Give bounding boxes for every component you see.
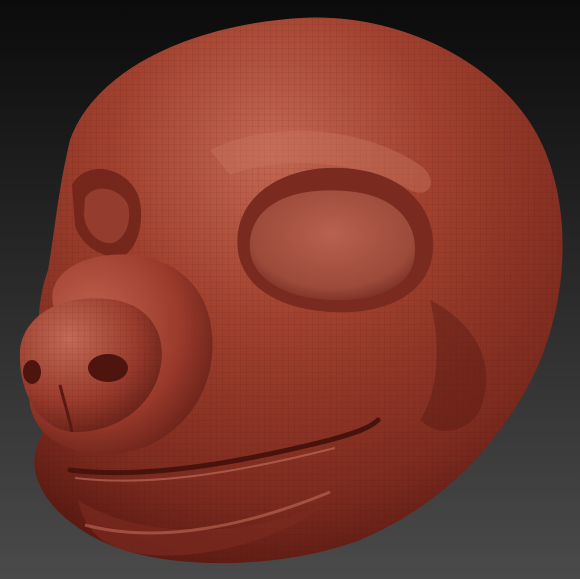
sculpt-viewport[interactable] <box>0 0 580 579</box>
nostril-right <box>88 354 128 382</box>
near-eye-opening <box>249 190 416 301</box>
sculpt-canvas[interactable] <box>0 0 580 579</box>
nostril-left <box>23 360 41 384</box>
